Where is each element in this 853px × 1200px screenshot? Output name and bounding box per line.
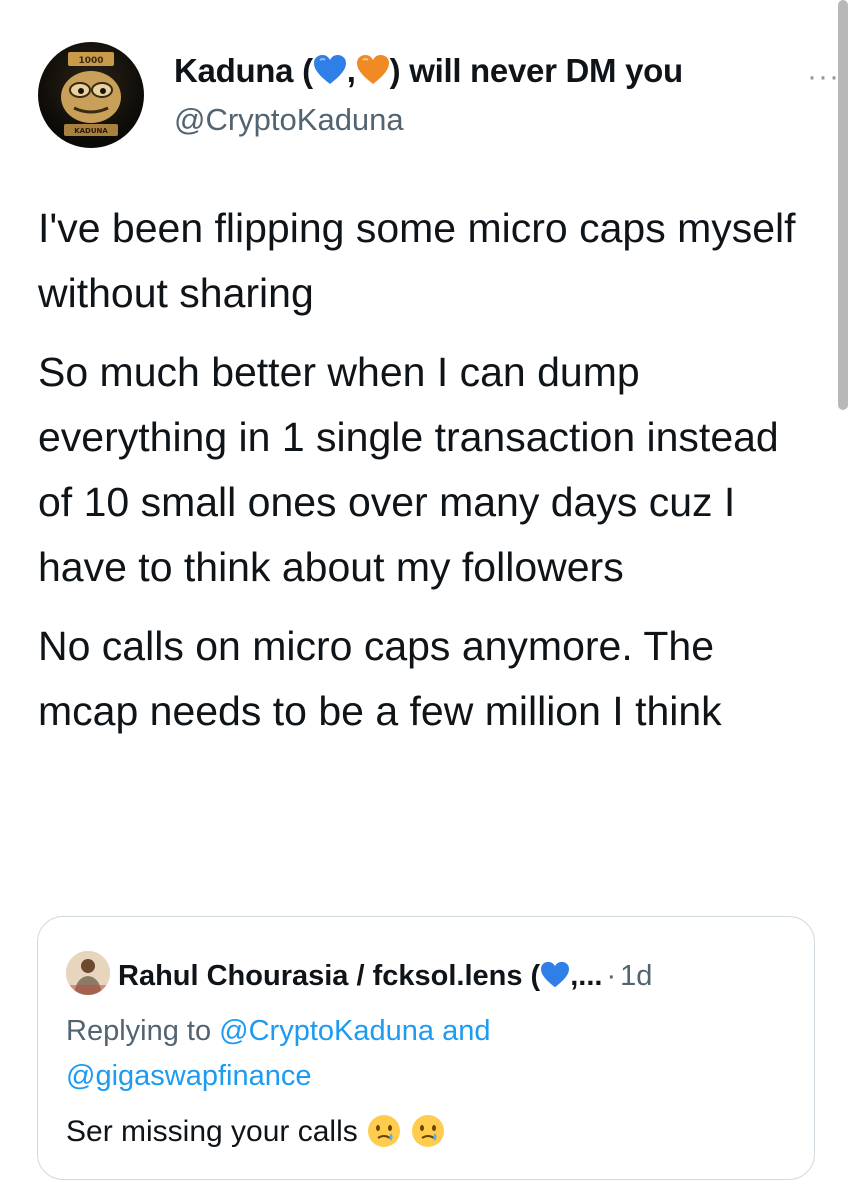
- mention-and: and: [442, 1015, 491, 1047]
- svg-text:1000: 1000: [78, 56, 103, 66]
- tweet-header: 1000 KADUNA Kaduna (, ) will never DM you…: [38, 42, 839, 152]
- quoted-name-suffix: ,...: [570, 960, 603, 992]
- display-name-comma: ,: [346, 52, 356, 89]
- author-handle[interactable]: @CryptoKaduna: [174, 102, 404, 138]
- person-avatar-icon: [66, 951, 110, 995]
- more-options-icon[interactable]: ···: [807, 62, 840, 92]
- quoted-tweet-text: Ser missing your calls: [66, 1113, 446, 1149]
- quoted-author-avatar[interactable]: [66, 951, 110, 995]
- tweet-paragraph-1: I've been flipping some micro caps mysel…: [38, 205, 796, 316]
- replying-to: Replying to @CryptoKaduna and @gigaswapf…: [66, 1009, 766, 1099]
- blue-heart-icon: [541, 961, 570, 988]
- display-name-suffix: ) will never DM you: [389, 52, 683, 89]
- crying-face-icon: [368, 1115, 401, 1147]
- mention-gigaswapfinance[interactable]: @gigaswapfinance: [66, 1060, 311, 1092]
- pepe-avatar-icon: 1000 KADUNA: [61, 52, 121, 136]
- blue-heart-icon: [313, 55, 346, 84]
- quoted-text: Ser missing your calls: [66, 1115, 358, 1148]
- mention-cryptokaduna[interactable]: @CryptoKaduna: [219, 1015, 434, 1047]
- quoted-name-prefix: Rahul Chourasia / fcksol.lens (: [118, 960, 541, 992]
- crying-face-icon: [412, 1115, 445, 1147]
- author-avatar[interactable]: 1000 KADUNA: [38, 42, 144, 148]
- replying-to-label: Replying to: [66, 1015, 212, 1047]
- tweet-text: I've been flipping some micro caps mysel…: [38, 196, 808, 758]
- orange-heart-icon: [356, 55, 389, 84]
- avatar-caption: KADUNA: [74, 127, 108, 135]
- tweet-paragraph-2: So much better when I can dump everythin…: [38, 349, 779, 590]
- author-display-name[interactable]: Kaduna (, ) will never DM you: [174, 52, 683, 90]
- display-name-prefix: Kaduna (: [174, 52, 313, 89]
- quoted-author-name[interactable]: Rahul Chourasia / fcksol.lens (,...: [118, 960, 602, 992]
- quoted-tweet-header: Rahul Chourasia / fcksol.lens (,... · 1d: [66, 951, 652, 995]
- quoted-timestamp[interactable]: 1d: [620, 960, 652, 992]
- separator-dot: ·: [606, 960, 617, 992]
- tweet-paragraph-3: No calls on micro caps anymore. The mcap…: [38, 623, 722, 734]
- quoted-tweet[interactable]: Rahul Chourasia / fcksol.lens (,... · 1d R…: [37, 916, 815, 1180]
